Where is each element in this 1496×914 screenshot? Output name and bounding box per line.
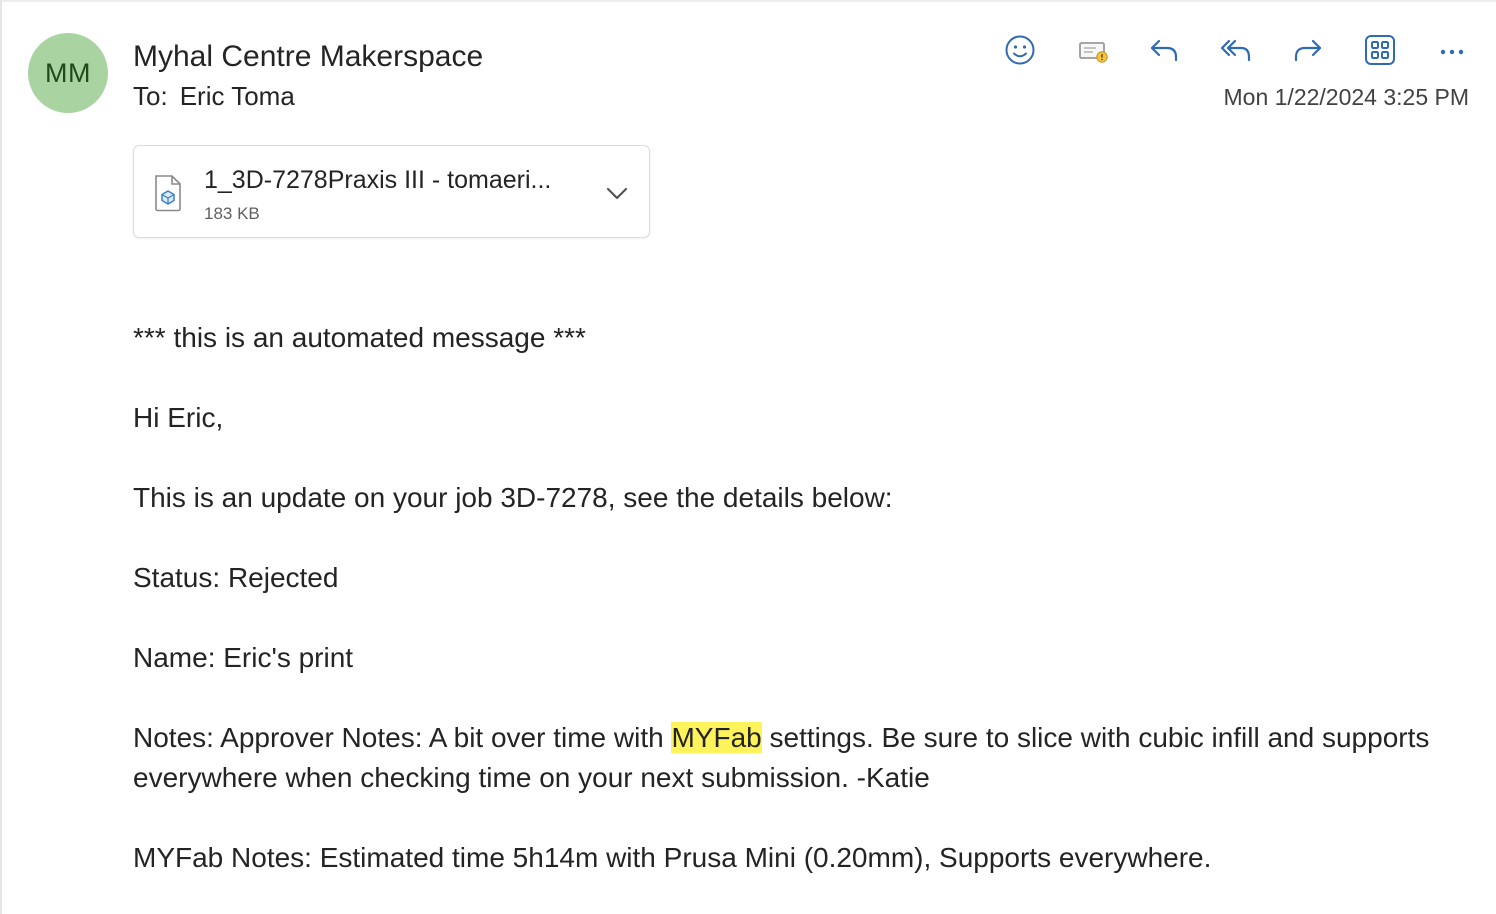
highlighted-term: MYFab: [671, 722, 762, 753]
automated-notice: *** this is an automated message ***: [133, 322, 586, 353]
message-date: Mon 1/22/2024 3:25 PM: [1223, 84, 1470, 110]
recipient-name[interactable]: Eric Toma: [180, 81, 295, 111]
message-toolbar: [0, 28, 1496, 72]
message-body: *** this is an automated message *** Hi …: [133, 318, 1433, 878]
to-label: To:: [133, 81, 168, 111]
attachment-name[interactable]: 1_3D-7278Praxis III - tomaeri...: [204, 166, 594, 195]
3d-file-icon: [152, 174, 184, 212]
chevron-down-icon[interactable]: [603, 179, 631, 207]
intro-line: This is an update on your job 3D-7278, s…: [133, 482, 893, 513]
reply-icon[interactable]: [1142, 28, 1186, 72]
status-line: Status: Rejected: [133, 562, 339, 593]
myfab-notes: MYFab Notes: Estimated time 5h14m with P…: [133, 842, 1212, 873]
flag-mail-icon[interactable]: [1070, 28, 1114, 72]
greeting: Hi Eric,: [133, 402, 224, 433]
approver-notes: Notes: Approver Notes: A bit over time w…: [133, 718, 1433, 798]
attachment-card[interactable]: 1_3D-7278Praxis III - tomaeri... 183 KB: [133, 145, 650, 238]
more-icon[interactable]: [1430, 28, 1474, 72]
apps-icon[interactable]: [1358, 28, 1402, 72]
smiley-icon[interactable]: [998, 28, 1042, 72]
forward-icon[interactable]: [1286, 28, 1330, 72]
reply-all-icon[interactable]: [1214, 28, 1258, 72]
name-line: Name: Eric's print: [133, 642, 354, 673]
notes-prefix: Notes: Approver Notes: A bit over time w…: [133, 722, 672, 753]
left-border: [0, 0, 2, 914]
recipient-line: To: Eric Toma: [133, 81, 295, 112]
top-border: [0, 0, 1496, 2]
attachment-size: 183 KB: [204, 204, 260, 223]
